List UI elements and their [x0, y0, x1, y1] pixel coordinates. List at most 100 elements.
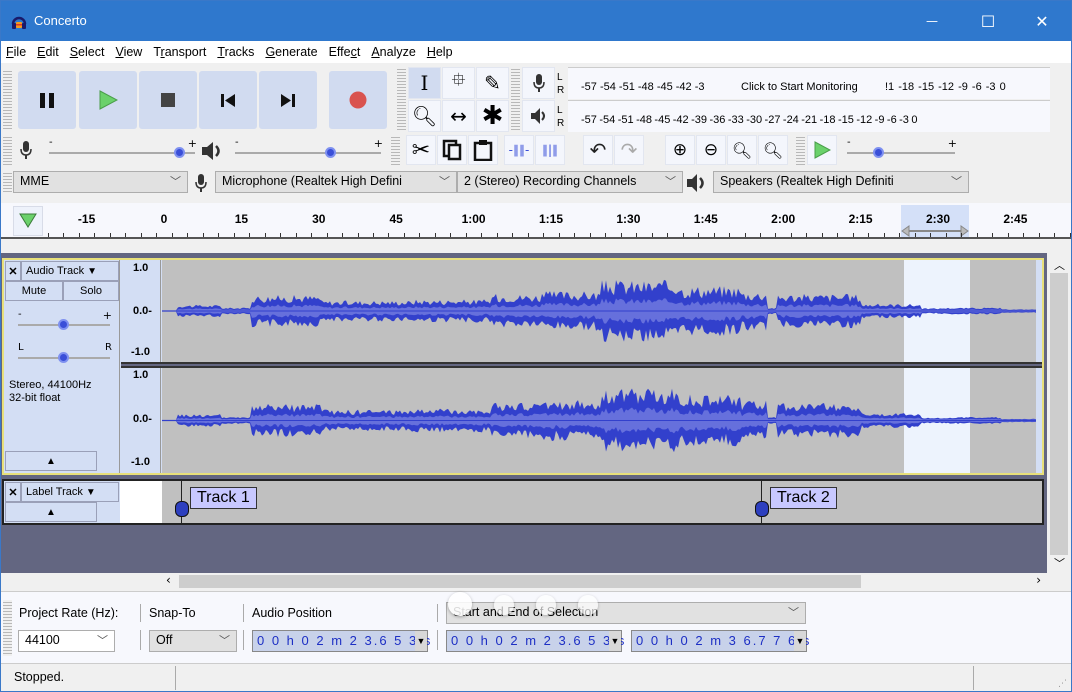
- label-1-handle[interactable]: [175, 501, 189, 517]
- mute-button[interactable]: Mute: [5, 281, 63, 301]
- zoom-out-button[interactable]: ⊖: [696, 135, 726, 165]
- solo-button[interactable]: Solo: [63, 281, 119, 301]
- play-button[interactable]: [79, 71, 137, 129]
- scroll-up-icon[interactable]: ︿: [1054, 257, 1065, 273]
- vertical-scrollbar[interactable]: ︿ ﹀: [1047, 253, 1071, 573]
- slider-thumb[interactable]: [873, 147, 885, 158]
- gain-slider[interactable]: - +: [18, 309, 112, 330]
- undo-button[interactable]: ↶: [583, 135, 613, 165]
- playback-meter[interactable]: -57 -54 -51 -48 -45 -42 -39 -36 -33 -30 …: [568, 100, 1050, 132]
- fit-selection-button[interactable]: 🔍︎: [727, 135, 757, 165]
- menu-tracks[interactable]: Tracks: [217, 45, 254, 59]
- track-menu-button[interactable]: Label Track ▼: [21, 482, 119, 502]
- stop-button[interactable]: [139, 71, 197, 129]
- menu-analyze[interactable]: Analyze: [371, 45, 415, 59]
- edit-grip[interactable]: [391, 135, 400, 165]
- playback-meter-button[interactable]: [522, 100, 555, 132]
- horizontal-scrollbar[interactable]: ‹ ›: [161, 573, 1047, 590]
- playback-volume-slider[interactable]: - +: [235, 137, 383, 158]
- menu-help[interactable]: Help: [427, 45, 453, 59]
- scroll-right-icon[interactable]: ›: [1036, 573, 1041, 587]
- trim-audio-button[interactable]: -∥∥-: [504, 135, 534, 165]
- slider-thumb[interactable]: [58, 319, 69, 330]
- meter-grip[interactable]: [511, 67, 520, 131]
- redo-button[interactable]: ↷: [614, 135, 644, 165]
- skip-to-end-button[interactable]: [259, 71, 317, 129]
- play-at-speed-grip[interactable]: [796, 135, 805, 165]
- dropdown-arrow-icon: ▼: [85, 486, 96, 498]
- multi-tool[interactable]: ✱: [476, 100, 509, 132]
- copy-button[interactable]: [437, 135, 467, 165]
- collapse-track-button[interactable]: ▲: [5, 451, 97, 471]
- recording-device-dropdown[interactable]: Microphone (Realtek High Defini ﹀: [215, 171, 457, 193]
- horizontal-scroll-thumb[interactable]: [179, 575, 861, 588]
- label-2[interactable]: Track 2: [770, 487, 837, 509]
- tools-grip[interactable]: [397, 67, 406, 131]
- selection-start-field[interactable]: 0 0 h 0 2 m 2 3.6 5 3 s ▼: [446, 630, 624, 652]
- skip-to-start-button[interactable]: [199, 71, 257, 129]
- minimize-button[interactable]: —: [909, 1, 955, 41]
- menu-transport[interactable]: Transport: [153, 45, 206, 59]
- label-1[interactable]: Track 1: [190, 487, 257, 509]
- close-track-button[interactable]: ✕: [5, 261, 21, 281]
- menu-edit[interactable]: Edit: [37, 45, 59, 59]
- paste-button[interactable]: [468, 135, 498, 165]
- resize-grip-icon[interactable]: ⋰: [1058, 679, 1067, 689]
- recording-volume-slider[interactable]: - +: [49, 137, 197, 158]
- label-2-handle[interactable]: [755, 501, 769, 517]
- ruler-label: 2:00: [771, 212, 796, 226]
- waveform-right-channel[interactable]: [162, 368, 1036, 473]
- fit-project-button[interactable]: 🔍︎: [758, 135, 788, 165]
- selection-end-field[interactable]: 0 0 h 0 2 m 3 6.7 7 6 s ▼: [631, 630, 809, 652]
- project-rate-dropdown[interactable]: 44100 ﹀: [18, 630, 115, 652]
- time-shift-tool[interactable]: ↔: [442, 100, 475, 132]
- format-menu-icon[interactable]: ▼: [609, 631, 621, 651]
- vertical-scroll-thumb[interactable]: [1050, 273, 1068, 555]
- slider-thumb[interactable]: [58, 352, 69, 363]
- scroll-down-icon[interactable]: ﹀: [1054, 555, 1065, 571]
- close-button[interactable]: ✕: [1019, 1, 1065, 41]
- track-menu-button[interactable]: Audio Track ▼: [21, 261, 119, 281]
- format-menu-icon[interactable]: ▼: [415, 631, 427, 651]
- mixer-grip[interactable]: [3, 135, 12, 165]
- pause-button[interactable]: [18, 71, 76, 129]
- record-meter-button[interactable]: [522, 67, 555, 99]
- selection-toolbar-grip[interactable]: [3, 600, 12, 656]
- menu-select[interactable]: Select: [70, 45, 105, 59]
- timeline-options-button[interactable]: [13, 206, 43, 236]
- menu-file[interactable]: File: [6, 45, 26, 59]
- menu-generate[interactable]: Generate: [265, 45, 317, 59]
- waveform-left-channel[interactable]: [162, 260, 1036, 362]
- pan-slider[interactable]: LR: [18, 342, 112, 363]
- scroll-left-icon[interactable]: ‹: [166, 573, 171, 587]
- recording-channels-dropdown[interactable]: 2 (Stereo) Recording Channels ﹀: [457, 171, 683, 193]
- play-at-speed-button[interactable]: [807, 135, 837, 165]
- cut-button[interactable]: ✂: [406, 135, 436, 165]
- format-menu-icon[interactable]: ▼: [794, 631, 806, 651]
- menu-effect[interactable]: Effect: [329, 45, 361, 59]
- collapse-track-button[interactable]: ▲: [5, 502, 97, 522]
- record-meter[interactable]: -57 -54 -51 -48 -45 -42 -3 Click to Star…: [568, 67, 1050, 99]
- snap-to-dropdown[interactable]: Off ﹀: [149, 630, 237, 652]
- slider-thumb[interactable]: [174, 147, 186, 158]
- monitor-hint[interactable]: Click to Start Monitoring: [739, 81, 860, 93]
- selection-range-arrow-icon[interactable]: [901, 225, 969, 237]
- audio-position-field[interactable]: 0 0 h 0 2 m 2 3.6 5 3 s ▼: [252, 630, 430, 652]
- playback-device-dropdown[interactable]: Speakers (Realtek High Definiti ﹀: [713, 171, 969, 193]
- selection-tool[interactable]: I: [408, 67, 441, 99]
- maximize-button[interactable]: ☐: [965, 1, 1011, 41]
- menu-view[interactable]: View: [115, 45, 142, 59]
- silence-audio-button[interactable]: ∥|∥: [535, 135, 565, 165]
- close-track-button[interactable]: ✕: [5, 482, 21, 502]
- timeline-ruler[interactable]: -15 0 15 30 45 1:00 1:15 1:30 1:45 2:00 2:15 2:30 2:…: [1, 203, 1071, 239]
- zoom-in-button[interactable]: ⊕: [665, 135, 695, 165]
- zoom-tool[interactable]: 🔍︎: [408, 100, 441, 132]
- toolbar-grip[interactable]: [3, 69, 12, 131]
- envelope-tool[interactable]: ⯐: [442, 67, 475, 99]
- playback-speed-slider[interactable]: - +: [847, 137, 957, 158]
- audio-host-dropdown[interactable]: MME ﹀: [13, 171, 188, 193]
- device-grip[interactable]: [3, 171, 12, 193]
- slider-thumb[interactable]: [325, 147, 337, 158]
- draw-tool[interactable]: ✎: [476, 67, 509, 99]
- record-button[interactable]: [329, 71, 387, 129]
